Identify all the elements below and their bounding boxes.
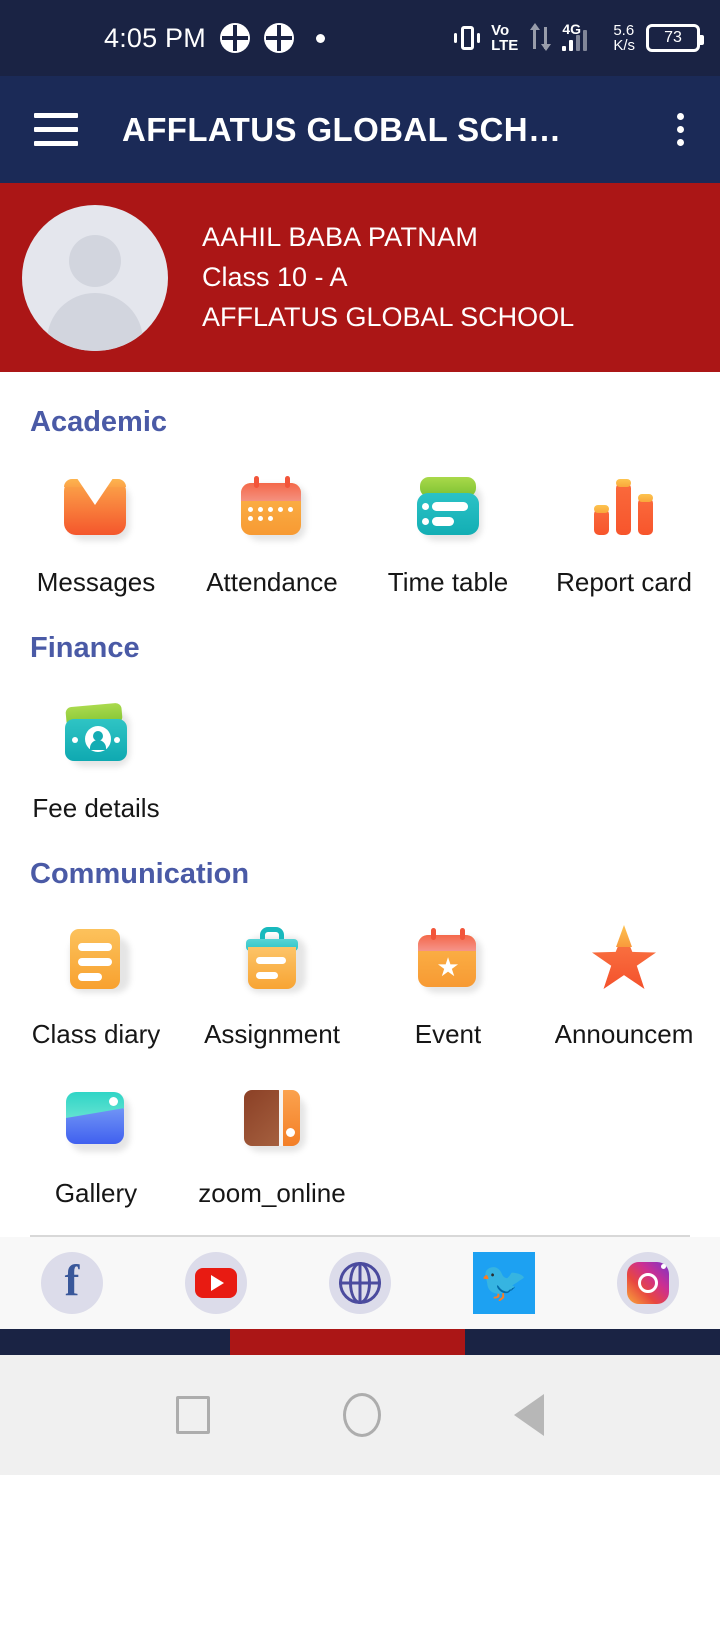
calendar-star-icon: ★ <box>414 925 482 993</box>
status-bar-right: Vo LTE 4G 5.6 K/s 73 <box>454 0 704 76</box>
social-links-bar: f 🐦 <box>0 1237 720 1329</box>
volte-icon: Vo LTE <box>491 23 518 53</box>
calendar-icon <box>238 473 306 541</box>
tile-class-diary[interactable]: Class diary <box>8 891 184 1050</box>
network-speed-indicator: 5.6 K/s <box>613 23 635 53</box>
student-school: AFFLATUS GLOBAL SCHOOL <box>202 302 575 332</box>
data-transfer-icon <box>529 23 551 53</box>
wallet-money-icon <box>62 699 130 767</box>
status-bar: 4:05 PM Vo LTE 4G 5.6 K/s 73 <box>0 0 720 76</box>
app-bar: AFFLATUS GLOBAL SCH… <box>0 76 720 183</box>
timetable-card-icon <box>414 473 482 541</box>
envelope-icon <box>62 473 130 541</box>
tile-announcement[interactable]: Announcem <box>536 891 712 1050</box>
tile-label: Gallery <box>54 1178 138 1208</box>
student-name: AAHIL BABA PATNAM <box>202 222 479 252</box>
facebook-icon[interactable]: f <box>41 1252 103 1314</box>
main-content: Academic Messages Attendance Time table <box>0 372 720 1237</box>
status-bar-left: 4:05 PM <box>104 23 325 54</box>
book-icon <box>238 1084 306 1152</box>
signal-icon: 4G <box>562 21 602 55</box>
speed-value: 5.6 <box>613 22 635 39</box>
youtube-icon[interactable] <box>185 1252 247 1314</box>
person-placeholder-avatar[interactable] <box>22 204 168 351</box>
document-lines-icon <box>62 925 130 993</box>
notification-dot-icon <box>315 33 325 43</box>
section-grid-academic: Messages Attendance Time table Report ca… <box>0 439 720 598</box>
tile-label: Report card <box>556 567 692 597</box>
volte-bottom-label: LTE <box>491 37 519 54</box>
android-navigation-bar <box>0 1355 720 1475</box>
volte-top-label: Vo <box>491 22 510 39</box>
section-title-communication: Communication <box>30 858 250 890</box>
tile-messages[interactable]: Messages <box>8 439 184 598</box>
tile-label: Event <box>414 1019 482 1049</box>
tile-event[interactable]: ★ Event <box>360 891 536 1050</box>
tile-label: Attendance <box>206 567 338 597</box>
vibrate-icon <box>454 23 481 53</box>
page-title: AFFLATUS GLOBAL SCH… <box>122 110 562 148</box>
back-triangle-icon[interactable] <box>513 1394 544 1436</box>
tile-gallery[interactable]: Gallery <box>8 1050 184 1209</box>
student-class: Class 10 - A <box>202 262 348 292</box>
battery-icon: 73 <box>646 24 704 52</box>
tile-attendance[interactable]: Attendance <box>184 439 360 598</box>
tile-zoom-online[interactable]: zoom_online <box>184 1050 360 1209</box>
section-title-finance: Finance <box>30 632 140 664</box>
speed-unit: K/s <box>613 37 635 54</box>
tile-label: Messages <box>36 567 156 597</box>
globe-icon[interactable] <box>329 1252 391 1314</box>
tile-fee-details[interactable]: Fee details <box>8 665 184 824</box>
section-grid-finance: Fee details <box>0 665 720 824</box>
tile-label: zoom_online <box>198 1178 346 1208</box>
app-badge-icon <box>219 23 250 53</box>
tile-label: Fee details <box>32 793 160 823</box>
tile-label: Time table <box>387 567 509 597</box>
bar-chart-icon <box>590 473 658 541</box>
twitter-icon[interactable]: 🐦 <box>473 1252 535 1314</box>
bottom-color-strip <box>0 1329 720 1355</box>
star-icon <box>590 925 658 993</box>
clipboard-icon <box>238 925 306 993</box>
instagram-icon[interactable] <box>617 1252 679 1314</box>
home-circle-icon[interactable] <box>342 1393 381 1437</box>
status-time: 4:05 PM <box>104 22 206 53</box>
section-grid-communication: Class diary Assignment ★ Event Announcem <box>0 891 720 1209</box>
app-badge-icon <box>263 23 294 53</box>
tile-time-table[interactable]: Time table <box>360 439 536 598</box>
battery-level-label: 73 <box>664 29 682 46</box>
tile-label: Announcem <box>554 1019 694 1049</box>
photo-gallery-icon <box>62 1084 130 1152</box>
hamburger-menu-icon[interactable] <box>34 113 78 146</box>
recents-square-icon[interactable] <box>176 1396 211 1434</box>
profile-header: AAHIL BABA PATNAM Class 10 - A AFFLATUS … <box>0 183 720 372</box>
profile-details: AAHIL BABA PATNAM Class 10 - A AFFLATUS … <box>202 222 574 333</box>
tile-label: Class diary <box>31 1019 161 1049</box>
more-vertical-icon[interactable] <box>677 113 684 146</box>
tile-report-card[interactable]: Report card <box>536 439 712 598</box>
section-title-academic: Academic <box>30 406 168 438</box>
tile-assignment[interactable]: Assignment <box>184 891 360 1050</box>
tile-label: Assignment <box>204 1019 340 1049</box>
